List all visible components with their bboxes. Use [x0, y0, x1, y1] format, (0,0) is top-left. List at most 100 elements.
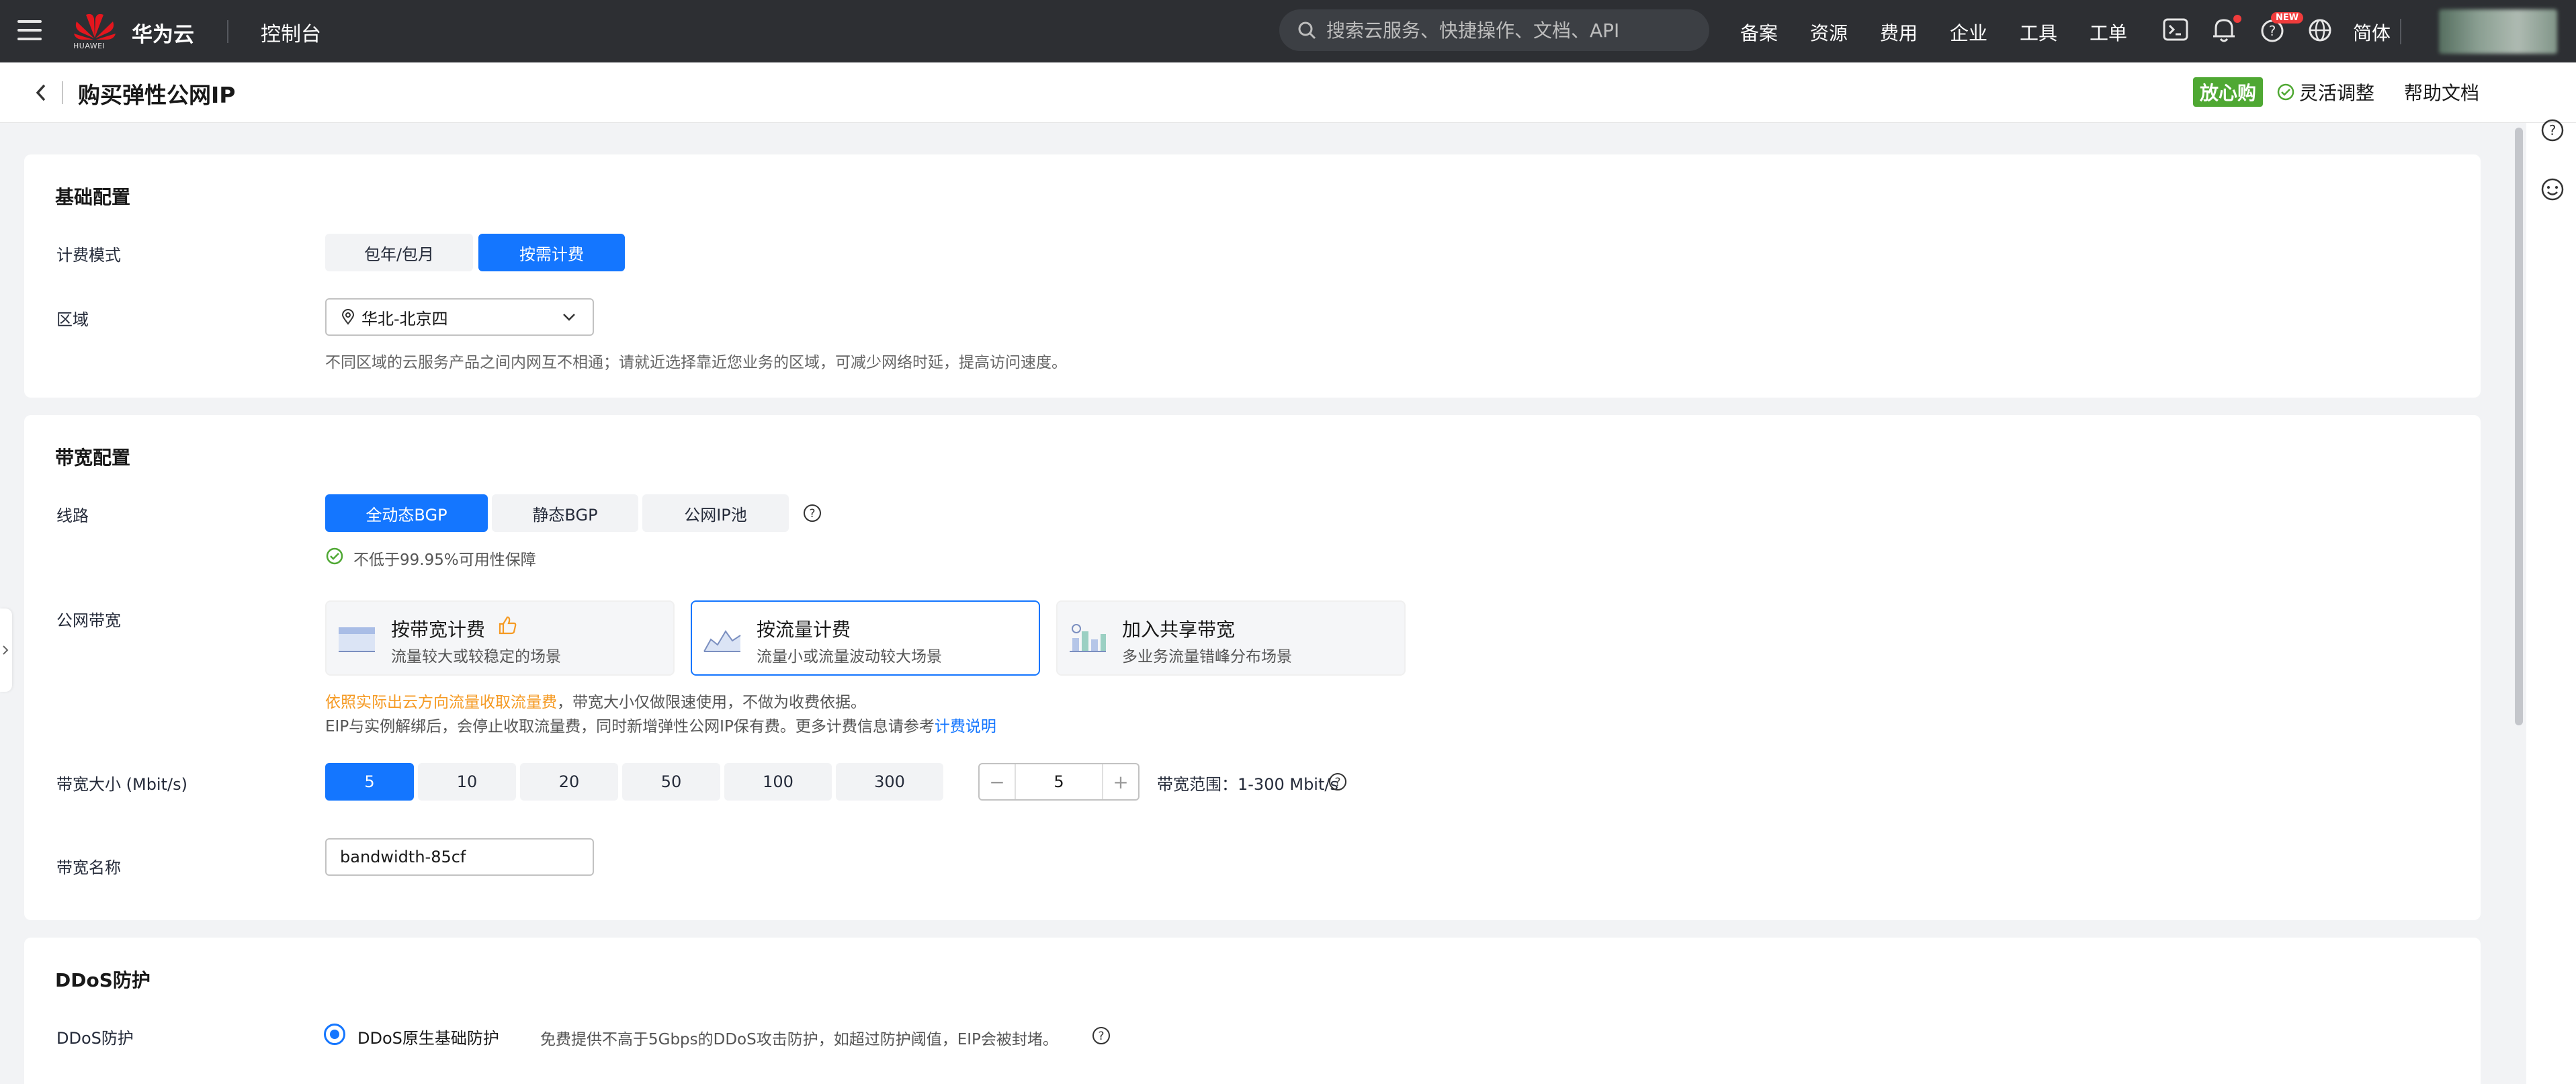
line-option-dynamic-bgp[interactable]: 全动态BGP — [325, 494, 488, 532]
nav-link-resources[interactable]: 资源 — [1810, 19, 1848, 46]
billing-note-2: EIP与实例解绑后，会停止收取流量费，同时新增弹性公网IP保有费。更多计费信息请… — [325, 713, 996, 736]
billing-option-yearly[interactable]: 包年/包月 — [325, 234, 473, 271]
availability-text: 不低于99.95%可用性保障 — [353, 551, 536, 569]
page-title: 购买弹性公网IP — [78, 82, 236, 108]
nav-link-filing[interactable]: 备案 — [1740, 19, 1778, 46]
section-title-bandwidth: 带宽配置 — [55, 447, 131, 469]
top-navigation-bar: HUAWEI 华为云 控制台 备案 资源 费用 企业 工具 工单 ? NEW 简… — [0, 0, 2576, 62]
size-option-5[interactable]: 5 — [325, 763, 414, 801]
nav-divider — [2400, 19, 2401, 44]
notification-dot — [2233, 15, 2241, 23]
stepper-minus-button[interactable]: − — [980, 764, 1015, 799]
svg-text:?: ? — [1334, 776, 1340, 789]
bw-type-by-traffic[interactable]: 按流量计费 流量小或流量波动较大场景 — [691, 600, 1040, 676]
bandwidth-config-card: 带宽配置 线路 全动态BGP 静态BGP 公网IP池 ? 不低于99.95%可用… — [24, 415, 2481, 920]
ddos-radio[interactable] — [324, 1024, 345, 1045]
line-option-ip-pool[interactable]: 公网IP池 — [642, 494, 789, 532]
svg-text:?: ? — [1098, 1030, 1104, 1043]
bandwidth-name-label: 带宽名称 — [56, 858, 121, 877]
bandwidth-chart-icon — [339, 627, 375, 652]
region-value: 华北-北京四 — [361, 309, 448, 328]
billing-note-rest: ，带宽大小仅做限速使用，不做为收费依据。 — [557, 694, 866, 711]
svg-text:?: ? — [2269, 23, 2276, 39]
brand-name[interactable]: 华为云 — [132, 17, 194, 48]
ddos-label: DDoS防护 — [56, 1029, 134, 1048]
global-search[interactable] — [1279, 9, 1709, 51]
billing-description-link[interactable]: 计费说明 — [935, 718, 996, 735]
line-option-static-bgp[interactable]: 静态BGP — [492, 494, 638, 532]
nav-link-tickets[interactable]: 工单 — [2090, 19, 2127, 46]
range-help-icon[interactable]: ? — [1328, 772, 1348, 792]
bw-type-subtitle: 多业务流量错峰分布场景 — [1122, 648, 1292, 666]
console-link[interactable]: 控制台 — [261, 17, 321, 47]
billing-note-2-text: EIP与实例解绑后，会停止收取流量费，同时新增弹性公网IP保有费。更多计费信息请… — [325, 718, 935, 735]
terminal-icon[interactable] — [2162, 16, 2189, 43]
svg-text:?: ? — [2549, 122, 2557, 138]
header-divider — [62, 81, 63, 104]
size-option-50[interactable]: 50 — [622, 763, 720, 801]
chevron-down-icon — [563, 314, 575, 321]
globe-icon[interactable] — [2307, 17, 2333, 43]
question-circle-icon[interactable]: ? — [2540, 118, 2565, 143]
shared-bandwidth-icon — [1070, 624, 1106, 652]
nav-link-billing[interactable]: 费用 — [1880, 19, 1918, 46]
search-icon — [1298, 21, 1316, 40]
side-expand-tab[interactable] — [0, 608, 12, 692]
ddos-help-icon[interactable]: ? — [1091, 1026, 1111, 1046]
billing-mode-label: 计费模式 — [56, 246, 121, 265]
billing-option-on-demand[interactable]: 按需计费 — [478, 234, 625, 271]
svg-text:?: ? — [809, 507, 815, 521]
bw-type-by-bandwidth[interactable]: 按带宽计费 流量较大或较稳定的场景 — [325, 600, 675, 676]
language-switch[interactable]: 简体 — [2353, 19, 2391, 46]
nav-link-tools[interactable]: 工具 — [2020, 19, 2057, 46]
thumbs-up-icon — [499, 616, 517, 635]
account-avatar[interactable] — [2439, 9, 2557, 54]
bw-type-subtitle: 流量较大或较稳定的场景 — [391, 648, 561, 666]
bw-type-title: 按带宽计费 — [391, 619, 486, 641]
basic-config-card: 基础配置 计费模式 包年/包月 按需计费 区域 华北-北京四 不同区域的云服务产… — [24, 154, 2481, 398]
public-bandwidth-label: 公网带宽 — [56, 611, 121, 630]
nav-divider — [227, 20, 228, 43]
stepper-plus-button[interactable]: + — [1103, 764, 1138, 799]
check-circle-icon — [326, 547, 343, 565]
ddos-card: DDoS防护 DDoS防护 DDoS原生基础防护 免费提供不高于5Gbps的DD… — [24, 938, 2481, 1084]
size-option-100[interactable]: 100 — [724, 763, 832, 801]
bw-type-shared[interactable]: 加入共享带宽 多业务流量错峰分布场景 — [1056, 600, 1406, 676]
section-title-ddos: DDoS防护 — [55, 969, 151, 991]
traffic-chart-icon — [703, 630, 741, 652]
ddos-hint: 免费提供不高于5Gbps的DDoS攻击防护，如超过防护阈值，EIP会被封堵。 — [540, 1031, 1058, 1048]
search-input[interactable] — [1326, 19, 1689, 42]
size-option-20[interactable]: 20 — [520, 763, 618, 801]
flex-adjust-link[interactable]: 灵活调整 — [2276, 79, 2374, 105]
stepper-value[interactable]: 5 — [1015, 764, 1103, 799]
bandwidth-size-label: 带宽大小 (Mbit/s) — [56, 775, 187, 794]
right-tool-rail: ? — [2526, 119, 2576, 1084]
bandwidth-stepper[interactable]: − 5 + — [978, 763, 1140, 801]
bandwidth-range-text: 带宽范围：1-300 Mbit/s — [1157, 775, 1338, 794]
region-hint: 不同区域的云服务产品之间内网互不相通；请就近选择靠近您业务的区域，可减少网络时延… — [325, 354, 1067, 371]
chevron-right-icon — [3, 645, 9, 655]
bw-type-title: 按流量计费 — [757, 619, 851, 641]
flex-adjust-label: 灵活调整 — [2299, 82, 2375, 104]
check-circle-icon — [2277, 83, 2294, 101]
page-header: 购买弹性公网IP 放心购 灵活调整 帮助文档 — [0, 62, 2576, 123]
back-arrow-icon[interactable] — [31, 80, 51, 105]
location-pin-icon — [341, 309, 355, 325]
help-doc-link[interactable]: 帮助文档 — [2404, 79, 2479, 105]
bw-type-title: 加入共享带宽 — [1122, 619, 1236, 641]
billing-note-highlight: 依照实际出云方向流量收取流量费 — [325, 694, 557, 711]
size-option-300[interactable]: 300 — [836, 763, 943, 801]
line-help-icon[interactable]: ? — [802, 503, 822, 523]
region-select[interactable]: 华北-北京四 — [325, 298, 594, 336]
menu-icon[interactable] — [17, 20, 42, 42]
logo-small-text: HUAWEI — [73, 42, 105, 50]
smile-feedback-icon[interactable] — [2540, 177, 2565, 202]
ddos-option-label[interactable]: DDoS原生基础防护 — [357, 1025, 499, 1048]
region-label: 区域 — [56, 310, 89, 329]
scrollbar-thumb[interactable] — [2515, 128, 2523, 725]
bw-type-subtitle: 流量小或流量波动较大场景 — [757, 648, 942, 666]
bandwidth-name-input[interactable] — [325, 838, 594, 876]
line-label: 线路 — [56, 506, 89, 525]
nav-link-enterprise[interactable]: 企业 — [1950, 19, 1987, 46]
size-option-10[interactable]: 10 — [418, 763, 516, 801]
